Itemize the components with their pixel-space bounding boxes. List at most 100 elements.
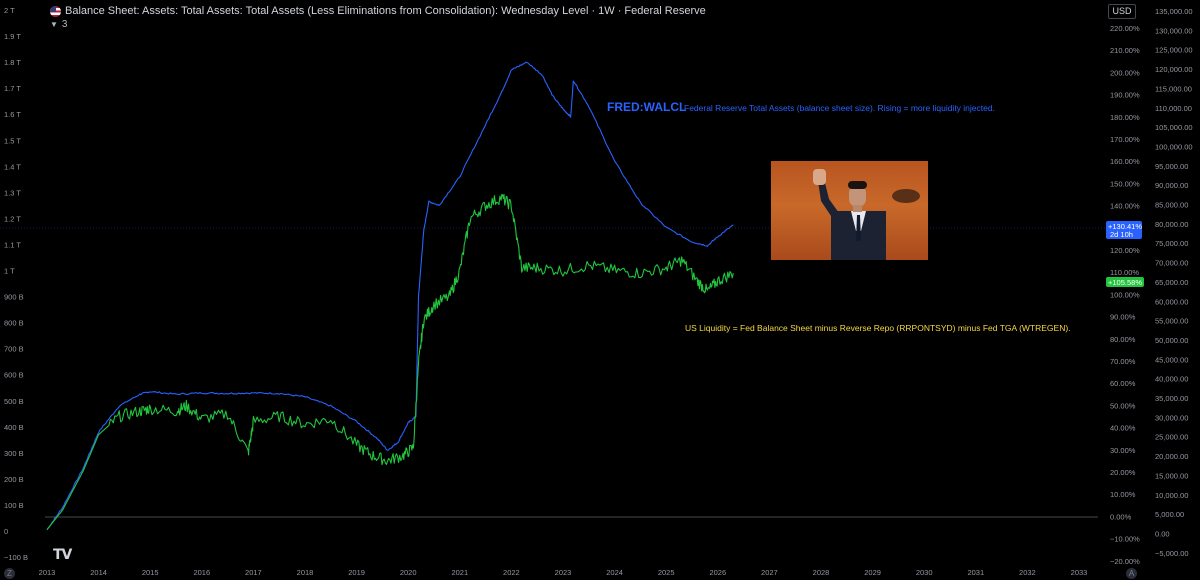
pct-tick-label: 100.00% bbox=[1110, 290, 1140, 299]
right-tick-label: 45,000.00 bbox=[1155, 355, 1188, 364]
right-tick-label: 90,000.00 bbox=[1155, 181, 1188, 190]
left-tick-label: 900 B bbox=[4, 293, 24, 302]
pct-tick-label: 210.00% bbox=[1110, 46, 1140, 55]
right-tick-label: 0.00 bbox=[1155, 529, 1170, 538]
left-tick-label: 300 B bbox=[4, 449, 24, 458]
right-tick-label: 110,000.00 bbox=[1155, 104, 1192, 113]
pct-tick-label: −20.00% bbox=[1110, 557, 1140, 566]
right-tick-label: 60,000.00 bbox=[1155, 297, 1188, 306]
pct-tick-label: 80.00% bbox=[1110, 335, 1136, 344]
right-tick-label: 120,000.00 bbox=[1155, 65, 1193, 74]
left-tick-label: 800 B bbox=[4, 319, 24, 328]
pct-tick-label: 0.00% bbox=[1110, 512, 1132, 521]
pct-tick-label: 60.00% bbox=[1110, 379, 1136, 388]
right-tick-label: 75,000.00 bbox=[1155, 239, 1188, 248]
left-tick-label: 1.7 T bbox=[4, 84, 21, 93]
pct-tick-label: −10.00% bbox=[1110, 535, 1140, 544]
right-tick-label: 65,000.00 bbox=[1155, 278, 1188, 287]
chart-header: Balance Sheet: Assets: Total Assets: Tot… bbox=[50, 3, 706, 19]
tradingview-logo: TV bbox=[53, 547, 72, 563]
walcl-badge-countdown: 2d 10h bbox=[1110, 230, 1133, 239]
us-flag-icon bbox=[50, 5, 61, 17]
pct-tick-label: 170.00% bbox=[1110, 135, 1140, 144]
time-tick-label: 2020 bbox=[400, 568, 417, 577]
time-tick-label: 2016 bbox=[193, 568, 210, 577]
auto-scale-icon[interactable]: A bbox=[1126, 568, 1137, 579]
left-tick-label: 700 B bbox=[4, 345, 24, 354]
pct-tick-label: 180.00% bbox=[1110, 113, 1140, 122]
right-tick-label: 5,000.00 bbox=[1155, 510, 1184, 519]
pct-tick-label: 20.00% bbox=[1110, 468, 1136, 477]
left-tick-label: −100 B bbox=[4, 553, 28, 562]
time-tick-label: 2023 bbox=[555, 568, 572, 577]
pct-tick-label: 220.00% bbox=[1110, 24, 1140, 33]
chart-canvas[interactable]: 2 T 1.9 T 1.8 T 1.7 T 1.6 T 1.5 T 1.4 T 1.3 T 1.… bbox=[0, 0, 1200, 580]
pct-tick-label: 160.00% bbox=[1110, 157, 1140, 166]
left-tick-label: 1.9 T bbox=[4, 32, 21, 41]
right-tick-label: 95,000.00 bbox=[1155, 162, 1188, 171]
left-tick-label: 500 B bbox=[4, 397, 24, 406]
left-tick-label: 400 B bbox=[4, 423, 24, 432]
right-tick-label: 105,000.00 bbox=[1155, 123, 1193, 132]
time-tick-label: 2027 bbox=[761, 568, 778, 577]
right-tick-label: 55,000.00 bbox=[1155, 317, 1188, 326]
liquidity-series-line bbox=[46, 193, 734, 531]
left-tick-label: 1 T bbox=[4, 267, 15, 276]
percent-axis: 220.00% 210.00% 200.00% 190.00% 180.00% 170.0… bbox=[1110, 24, 1140, 566]
left-axis: 2 T 1.9 T 1.8 T 1.7 T 1.6 T 1.5 T 1.4 T 1.3 T 1.… bbox=[4, 6, 28, 562]
currency-button[interactable]: USD bbox=[1108, 4, 1136, 19]
right-tick-label: 130,000.00 bbox=[1155, 26, 1193, 35]
time-tick-label: 2019 bbox=[348, 568, 365, 577]
time-tick-label: 2014 bbox=[90, 568, 107, 577]
left-tick-label: 1.6 T bbox=[4, 110, 21, 119]
right-tick-label: 35,000.00 bbox=[1155, 394, 1188, 403]
left-tick-label: 1.3 T bbox=[4, 188, 21, 197]
time-tick-label: 2026 bbox=[709, 568, 726, 577]
indicator-toggle[interactable]: ▼ 3 bbox=[50, 19, 67, 30]
liquidity-badge-pct: +105.58% bbox=[1108, 278, 1142, 287]
time-tick-label: 2024 bbox=[606, 568, 623, 577]
timezone-icon[interactable]: Z bbox=[4, 568, 15, 579]
right-tick-label: 85,000.00 bbox=[1155, 201, 1188, 210]
left-tick-label: 1.1 T bbox=[4, 240, 21, 249]
time-tick-label: 2021 bbox=[451, 568, 468, 577]
indicator-count: 3 bbox=[61, 19, 68, 30]
walcl-description: Federal Reserve Total Assets (balance sh… bbox=[684, 103, 995, 113]
pct-tick-label: 70.00% bbox=[1110, 357, 1136, 366]
left-tick-label: 1.2 T bbox=[4, 214, 21, 223]
left-tick-label: 1.8 T bbox=[4, 58, 21, 67]
chevron-down-icon: ▼ bbox=[50, 20, 58, 29]
right-axis: 135,000.00 130,000.00 125,000.00 120,000.00… bbox=[1155, 7, 1193, 558]
right-tick-label: 25,000.00 bbox=[1155, 433, 1188, 442]
right-tick-label: 40,000.00 bbox=[1155, 375, 1188, 384]
right-tick-label: 100,000.00 bbox=[1155, 142, 1193, 151]
right-tick-label: 50,000.00 bbox=[1155, 336, 1188, 345]
chart-title: Balance Sheet: Assets: Total Assets: Tot… bbox=[65, 5, 706, 17]
pct-tick-label: 90.00% bbox=[1110, 313, 1136, 322]
time-tick-label: 2030 bbox=[916, 568, 933, 577]
time-tick-label: 2022 bbox=[503, 568, 520, 577]
right-tick-label: 10,000.00 bbox=[1155, 491, 1188, 500]
pct-tick-label: 40.00% bbox=[1110, 424, 1136, 433]
pct-tick-label: 50.00% bbox=[1110, 401, 1136, 410]
testimony-photo bbox=[771, 161, 928, 260]
time-tick-label: 2025 bbox=[658, 568, 675, 577]
right-tick-label: 125,000.00 bbox=[1155, 46, 1193, 55]
time-tick-label: 2032 bbox=[1019, 568, 1036, 577]
pct-tick-label: 140.00% bbox=[1110, 202, 1140, 211]
right-tick-label: 30,000.00 bbox=[1155, 413, 1188, 422]
pct-tick-label: 110.00% bbox=[1110, 268, 1139, 277]
series-layer bbox=[46, 61, 734, 531]
pct-tick-label: 200.00% bbox=[1110, 68, 1140, 77]
right-tick-label: 80,000.00 bbox=[1155, 220, 1188, 229]
time-tick-label: 2018 bbox=[297, 568, 314, 577]
left-tick-label: 2 T bbox=[4, 6, 15, 15]
time-tick-label: 2033 bbox=[1071, 568, 1088, 577]
time-tick-label: 2015 bbox=[142, 568, 159, 577]
time-axis: 2013 2014 2015 2016 2017 2018 2019 2020 2021 2022… bbox=[39, 568, 1088, 577]
right-tick-label: 15,000.00 bbox=[1155, 471, 1188, 480]
time-tick-label: 2017 bbox=[245, 568, 262, 577]
right-tick-label: 115,000.00 bbox=[1155, 84, 1192, 93]
pct-tick-label: 120.00% bbox=[1110, 246, 1140, 255]
time-tick-label: 2031 bbox=[967, 568, 984, 577]
